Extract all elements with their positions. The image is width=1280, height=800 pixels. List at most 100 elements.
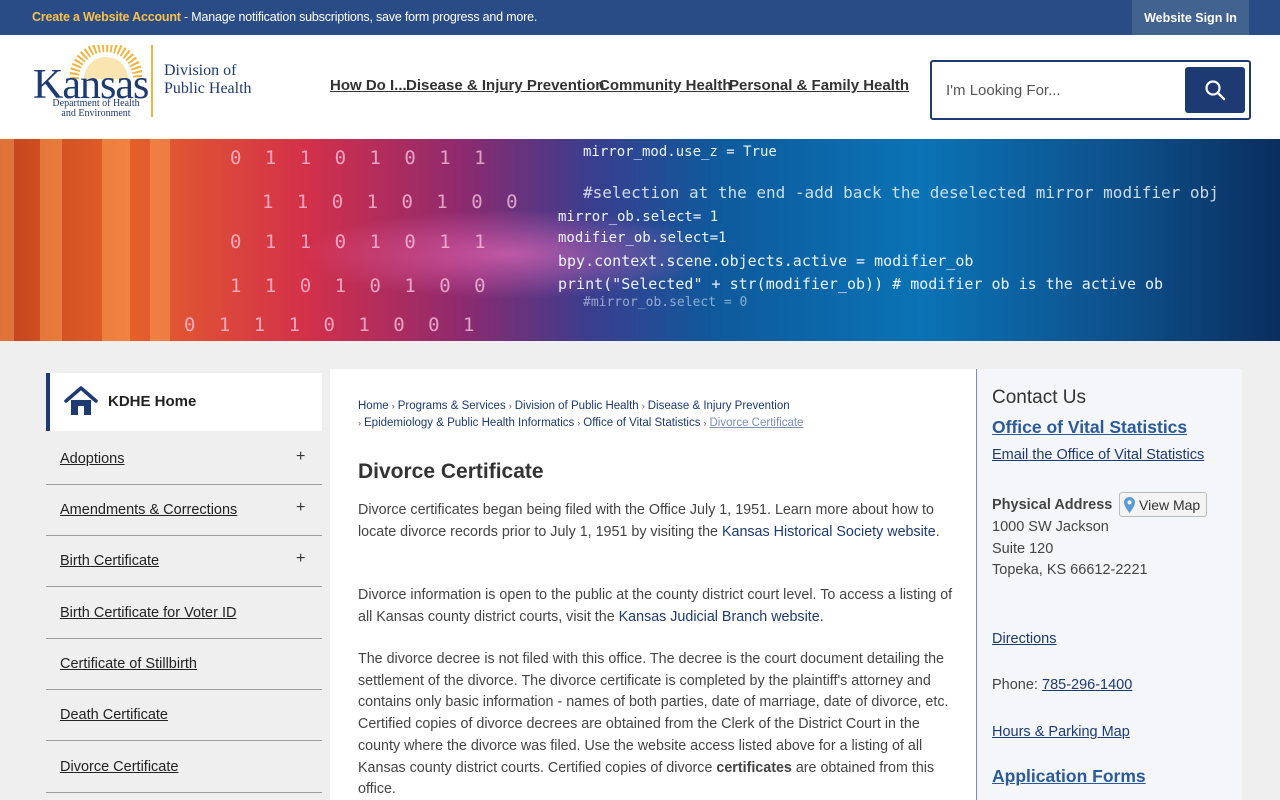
breadcrumb-separator-icon: › <box>508 401 512 411</box>
sidebar-item-adoptions[interactable]: Adoptions + <box>46 434 322 485</box>
directions-link[interactable]: Directions <box>992 631 1056 647</box>
sidebar-item-stillbirth[interactable]: Certificate of Stillbirth <box>46 639 322 690</box>
banner-code: #selection at the end -add back the dese… <box>583 183 1219 202</box>
banner-binary: 0 1 1 1 0 1 0 0 1 <box>184 314 481 336</box>
court-paragraph: Divorce information is open to the publi… <box>358 585 953 628</box>
expand-icon[interactable]: + <box>296 550 305 568</box>
account-message: Create a Website Account - Manage notifi… <box>32 10 537 24</box>
address-label: Physical Address <box>992 497 1113 513</box>
breadcrumb-separator-icon: › <box>703 418 707 428</box>
banner-code: mirror_mod.use_z = True <box>583 144 777 160</box>
breadcrumb-vital-statistics[interactable]: Office of Vital Statistics <box>583 417 700 429</box>
banner-binary: 1 1 0 1 0 1 0 0 <box>230 275 492 297</box>
site-header: Kansas Department of Health and Environm… <box>0 35 1280 139</box>
email-link[interactable]: Email the Office of Vital Statistics <box>992 447 1204 463</box>
office-link[interactable]: Office of Vital Statistics <box>992 417 1187 438</box>
account-message-text: - Manage notification subscriptions, sav… <box>180 10 538 24</box>
logo-department: Department of Health and Environment <box>41 99 151 119</box>
home-icon <box>64 386 98 415</box>
account-bar: Create a Website Account - Manage notifi… <box>0 0 1280 35</box>
search-input[interactable] <box>946 77 1176 103</box>
address-line: Topeka, KS 66612-2221 <box>992 562 1148 578</box>
page-title: Divorce Certificate <box>358 460 544 483</box>
sidebar-home-label: KDHE Home <box>108 393 197 410</box>
breadcrumb-separator-icon: › <box>577 418 581 428</box>
logo-division: Division of Public Health <box>164 62 252 98</box>
breadcrumb-epidemiology[interactable]: Epidemiology & Public Health Informatics <box>364 417 574 429</box>
nav-personal-family-health[interactable]: Personal & Family Health <box>729 77 909 97</box>
search-button[interactable] <box>1185 67 1245 113</box>
address-line: 1000 SW Jackson <box>992 519 1109 535</box>
banner-binary: 1 1 0 1 0 1 0 0 <box>262 191 524 213</box>
breadcrumb-division[interactable]: Division of Public Health <box>515 400 639 412</box>
banner-code: mirror_ob.select= 1 <box>558 209 719 225</box>
kdhe-logo[interactable]: Kansas Department of Health and Environm… <box>33 43 258 123</box>
hours-parking-link[interactable]: Hours & Parking Map <box>992 724 1130 740</box>
sidebar-item-label[interactable]: Birth Certificate for Voter ID <box>60 605 236 621</box>
map-pin-icon <box>1124 496 1135 513</box>
sidebar-item-label[interactable]: Adoptions <box>60 451 125 467</box>
banner-code: bpy.context.scene.objects.active = modif… <box>558 252 974 270</box>
banner-code: #mirror_ob.select = 0 <box>583 295 748 310</box>
expand-icon[interactable]: + <box>296 448 305 466</box>
intro-paragraph: Divorce certificates began being filed w… <box>358 500 953 543</box>
sidebar-item-label[interactable]: Death Certificate <box>60 707 168 723</box>
sidebar-item-label[interactable]: Birth Certificate <box>60 553 159 569</box>
sidebar-item-birth-certificate[interactable]: Birth Certificate + <box>46 536 322 587</box>
sidebar-item-label[interactable]: Amendments & Corrections <box>60 502 237 518</box>
judicial-branch-link[interactable]: Kansas Judicial Branch website <box>619 609 820 625</box>
sign-in-button[interactable]: Website Sign In <box>1132 0 1249 35</box>
paragraph-text: . <box>819 608 824 625</box>
site-search <box>930 60 1251 120</box>
nav-how-do-i[interactable]: How Do I... <box>330 77 407 97</box>
sidebar-item-divorce-certificate[interactable]: Divorce Certificate <box>46 742 322 793</box>
sidebar-item-death-certificate[interactable]: Death Certificate <box>46 690 322 741</box>
sidebar-item-amendments[interactable]: Amendments & Corrections + <box>46 485 322 536</box>
banner-code: print("Selected" + str(modifier_ob)) # m… <box>558 275 1164 293</box>
sidebar-item-label[interactable]: Certificate of Stillbirth <box>60 656 197 672</box>
sidebar-item-birth-certificate-voter-id[interactable]: Birth Certificate for Voter ID <box>46 588 322 639</box>
paragraph-bold: certificates <box>716 759 792 776</box>
breadcrumb: Home › Programs & Services › Division of Pub… <box>358 398 828 432</box>
banner-binary: 0 1 1 0 1 0 1 1 <box>230 231 492 253</box>
breadcrumb-home[interactable]: Home <box>358 400 389 412</box>
search-icon <box>1205 80 1226 101</box>
historical-society-link[interactable]: Kansas Historical Society website <box>722 524 936 540</box>
contact-panel: Contact Us Office of Vital Statistics Em… <box>978 369 1242 800</box>
view-map-label: View Map <box>1139 496 1201 513</box>
contact-heading: Contact Us <box>992 387 1086 408</box>
logo-division-line-2: Public Health <box>164 80 252 97</box>
sidebar-home-link[interactable]: KDHE Home <box>46 373 322 431</box>
banner-binary: 0 1 1 0 1 0 1 1 <box>230 147 492 169</box>
view-map-button[interactable]: View Map <box>1119 492 1207 517</box>
phone-label: Phone: <box>992 677 1042 693</box>
breadcrumb-separator-icon: › <box>641 401 645 411</box>
decree-paragraph: The divorce decree is not filed with thi… <box>358 649 953 800</box>
banner-stripe <box>40 139 62 341</box>
nav-disease-injury-prevention[interactable]: Disease & Injury Prevention <box>406 77 604 97</box>
hero-banner: 0 1 1 0 1 0 1 1 1 1 0 1 0 1 0 0 0 1 1 0 … <box>0 139 1280 341</box>
banner-stripe <box>0 139 14 341</box>
paragraph-text: The divorce decree is not filed with thi… <box>358 651 949 776</box>
main-content: Home › Programs & Services › Division of Pub… <box>330 369 977 800</box>
banner-stripe <box>102 139 130 341</box>
address-line: Suite 120 <box>992 541 1054 557</box>
expand-icon[interactable]: + <box>296 499 305 517</box>
create-account-link[interactable]: Create a Website Account <box>32 10 181 24</box>
banner-stripe <box>150 139 170 341</box>
breadcrumb-separator-icon: › <box>391 401 395 411</box>
banner-code: modifier_ob.select=1 <box>558 230 727 246</box>
breadcrumb-current: Divorce Certificate <box>709 417 804 429</box>
logo-divider <box>151 45 153 117</box>
sidebar-item-label[interactable]: Divorce Certificate <box>60 759 178 775</box>
logo-division-line-1: Division of <box>164 62 237 79</box>
logo-dept-line-2: and Environment <box>61 108 131 119</box>
phone-row: Phone: 785-296-1400 <box>992 677 1132 693</box>
nav-community-health[interactable]: Community Health <box>599 77 732 97</box>
paragraph-text: . <box>935 523 940 540</box>
application-forms-link[interactable]: Application Forms <box>992 766 1146 787</box>
breadcrumb-separator-icon: › <box>358 418 361 428</box>
breadcrumb-disease[interactable]: Disease & Injury Prevention <box>648 400 790 412</box>
breadcrumb-programs[interactable]: Programs & Services <box>398 400 506 412</box>
phone-link[interactable]: 785-296-1400 <box>1042 677 1132 693</box>
